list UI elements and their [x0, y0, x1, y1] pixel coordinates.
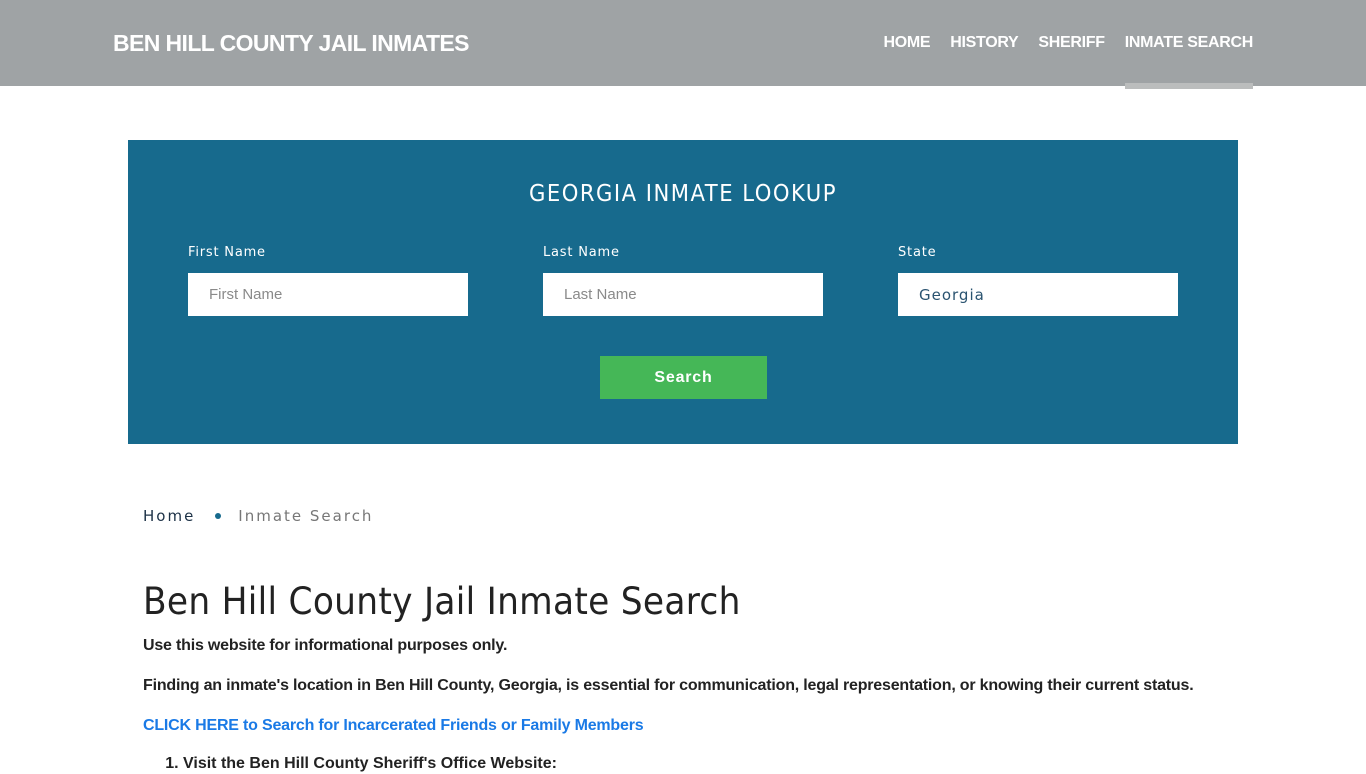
inmate-lookup-panel: GEORGIA INMATE LOOKUP First Name Last Na… — [128, 140, 1238, 444]
steps-list: Visit the Ben Hill County Sheriff's Offi… — [143, 754, 1223, 774]
search-button[interactable]: Search — [600, 356, 767, 399]
nav-home[interactable]: HOME — [883, 0, 930, 86]
breadcrumb-separator-dot-icon — [215, 513, 222, 519]
disclaimer-text: Use this website for informational purpo… — [143, 637, 508, 654]
site-header: BEN HILL COUNTY JAIL INMATES HOME HISTOR… — [0, 0, 1366, 89]
site-logo-link[interactable]: BEN HILL COUNTY JAIL INMATES — [113, 30, 470, 57]
lookup-title: GEORGIA INMATE LOOKUP — [529, 181, 837, 207]
first-name-input[interactable] — [188, 273, 468, 316]
nav-history[interactable]: HISTORY — [950, 0, 1018, 86]
breadcrumb: Home Inmate Search — [143, 507, 373, 525]
last-name-label: Last Name — [543, 245, 620, 260]
state-group: State — [898, 245, 1178, 316]
intro-text: Finding an inmate's location in Ben Hill… — [143, 677, 1194, 694]
last-name-group: Last Name — [543, 245, 823, 316]
page-title: Ben Hill County Jail Inmate Search — [143, 580, 741, 623]
state-input[interactable] — [898, 273, 1178, 316]
nav-sheriff[interactable]: SHERIFF — [1038, 0, 1105, 86]
search-friends-family-link[interactable]: CLICK HERE to Search for Incarcerated Fr… — [143, 716, 1223, 736]
first-name-label: First Name — [188, 245, 266, 260]
main-content: Ben Hill County Jail Inmate Search Use t… — [143, 578, 1223, 774]
step-item: Visit the Ben Hill County Sheriff's Offi… — [183, 754, 1223, 774]
nav-inmate-search[interactable]: INMATE SEARCH — [1124, 0, 1253, 89]
first-name-group: First Name — [188, 245, 468, 316]
last-name-input[interactable] — [543, 273, 823, 316]
main-nav: HOME HISTORY SHERIFF INMATE SEARCH — [863, 0, 1253, 89]
breadcrumb-home[interactable]: Home — [143, 507, 195, 525]
state-label: State — [898, 245, 937, 260]
breadcrumb-current: Inmate Search — [238, 507, 374, 525]
